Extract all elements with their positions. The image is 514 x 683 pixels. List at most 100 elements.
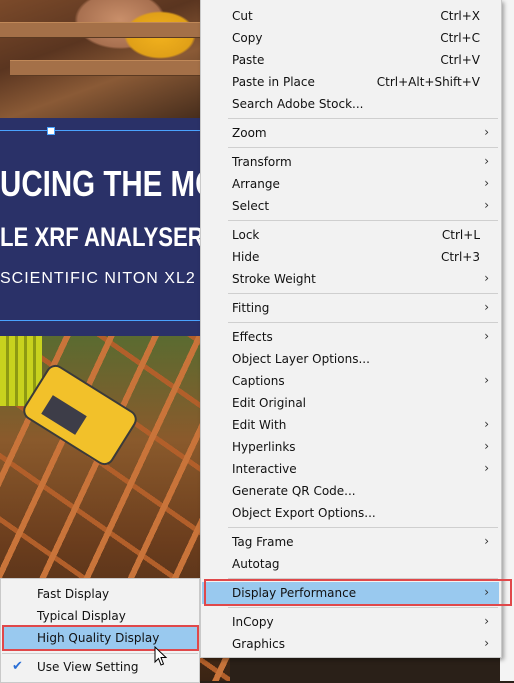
menu-item-paste[interactable]: Paste Ctrl+V <box>202 49 499 71</box>
menu-item-label: Search Adobe Stock... <box>232 97 364 111</box>
menu-item-label: Arrange <box>232 177 280 191</box>
menu-item-edit-original[interactable]: Edit Original <box>202 392 499 414</box>
menu-item-shortcut: Ctrl+3 <box>440 250 480 264</box>
wood-plank <box>0 22 200 38</box>
menu-separator <box>228 220 498 221</box>
menu-item-autotag[interactable]: Autotag <box>202 553 499 575</box>
menu-item-shortcut: Ctrl+V <box>440 53 480 67</box>
submenu-separator <box>2 653 198 654</box>
menu-separator <box>228 607 498 608</box>
menu-item-label: Edit Original <box>232 396 307 410</box>
menu-item-tag-frame[interactable]: Tag Frame › <box>202 531 499 553</box>
chevron-right-icon: › <box>484 198 489 212</box>
menu-item-lock[interactable]: Lock Ctrl+L <box>202 224 499 246</box>
menu-item-shortcut: Ctrl+C <box>440 31 480 45</box>
menu-item-label: Fitting <box>232 301 270 315</box>
top-photo <box>0 0 230 118</box>
menu-item-object-layer-options[interactable]: Object Layer Options... <box>202 348 499 370</box>
menu-separator <box>228 322 498 323</box>
menu-item-shortcut: Ctrl+X <box>440 9 480 23</box>
menu-item-cut[interactable]: Cut Ctrl+X <box>202 5 499 27</box>
menu-item-label: Object Export Options... <box>232 506 376 520</box>
menu-item-paste-in-place[interactable]: Paste in Place Ctrl+Alt+Shift+V <box>202 71 499 93</box>
menu-item-select[interactable]: Select › <box>202 195 499 217</box>
menu-item-shortcut: Ctrl+L <box>441 228 480 242</box>
submenu-item-use-view-setting[interactable]: ✔ Use View Setting <box>2 656 198 678</box>
menu-separator <box>228 293 498 294</box>
chevron-right-icon: › <box>484 461 489 475</box>
menu-item-search-adobe-stock[interactable]: Search Adobe Stock... <box>202 93 499 115</box>
menu-item-graphics[interactable]: Graphics › <box>202 633 499 655</box>
menu-item-label: Generate QR Code... <box>232 484 356 498</box>
chevron-right-icon: › <box>484 439 489 453</box>
menu-item-label: Effects <box>232 330 273 344</box>
menu-item-label: Captions <box>232 374 285 388</box>
menu-item-label: Hide <box>232 250 260 264</box>
menu-item-label: Hyperlinks <box>232 440 296 454</box>
menu-item-label: InCopy <box>232 615 274 629</box>
menu-item-arrange[interactable]: Arrange › <box>202 173 499 195</box>
context-menu: Cut Ctrl+X Copy Ctrl+C Paste Ctrl+V Past… <box>200 0 512 658</box>
chevron-right-icon: › <box>484 176 489 190</box>
menu-item-label: Copy <box>232 31 263 45</box>
menu-item-label: Display Performance <box>232 586 357 600</box>
menu-item-label: Zoom <box>232 126 267 140</box>
menu-item-zoom[interactable]: Zoom › <box>202 122 499 144</box>
selection-edge-bottom <box>0 320 230 321</box>
menu-item-label: Stroke Weight <box>232 272 316 286</box>
submenu-item-label: High Quality Display <box>37 631 160 645</box>
menu-item-label: Select <box>232 199 270 213</box>
menu-item-label: Paste <box>232 53 265 67</box>
menu-item-label: Graphics <box>232 637 285 651</box>
menu-item-generate-qr-code[interactable]: Generate QR Code... <box>202 480 499 502</box>
submenu-item-label: Use View Setting <box>37 660 139 674</box>
chevron-right-icon: › <box>484 373 489 387</box>
menu-item-object-export-options[interactable]: Object Export Options... <box>202 502 499 524</box>
menu-item-shortcut: Ctrl+Alt+Shift+V <box>376 75 480 89</box>
chevron-right-icon: › <box>484 534 489 548</box>
chevron-right-icon: › <box>484 417 489 431</box>
menu-item-hyperlinks[interactable]: Hyperlinks › <box>202 436 499 458</box>
selection-edge-top <box>0 130 230 131</box>
submenu-item-label: Fast Display <box>37 587 110 601</box>
menu-item-captions[interactable]: Captions › <box>202 370 499 392</box>
chevron-right-icon: › <box>484 329 489 343</box>
menu-item-label: Tag Frame <box>232 535 294 549</box>
menu-item-label: Lock <box>232 228 260 242</box>
submenu-item-high-quality-display[interactable]: High Quality Display <box>2 625 199 651</box>
wood-plank <box>10 60 200 76</box>
chevron-right-icon: › <box>484 585 489 599</box>
menu-item-interactive[interactable]: Interactive › <box>202 458 499 480</box>
menu-separator <box>228 147 498 148</box>
menu-item-label: Edit With <box>232 418 287 432</box>
chevron-right-icon: › <box>484 271 489 285</box>
submenu-item-fast-display[interactable]: Fast Display <box>2 583 198 605</box>
menu-separator <box>228 118 498 119</box>
menu-item-label: Transform <box>232 155 292 169</box>
menu-item-edit-with[interactable]: Edit With › <box>202 414 499 436</box>
menu-item-incopy[interactable]: InCopy › <box>202 611 499 633</box>
menu-item-effects[interactable]: Effects › <box>202 326 499 348</box>
menu-item-copy[interactable]: Copy Ctrl+C <box>202 27 499 49</box>
menu-item-label: Object Layer Options... <box>232 352 370 366</box>
menu-item-hide[interactable]: Hide Ctrl+3 <box>202 246 499 268</box>
menu-item-label: Autotag <box>232 557 280 571</box>
menu-item-fitting[interactable]: Fitting › <box>202 297 499 319</box>
menu-separator <box>228 527 498 528</box>
chevron-right-icon: › <box>484 636 489 650</box>
selection-handle[interactable] <box>47 127 55 135</box>
headline-line-3: SCIENTIFIC NITON XL2 100 <box>0 270 231 287</box>
chevron-right-icon: › <box>484 125 489 139</box>
menu-item-stroke-weight[interactable]: Stroke Weight › <box>202 268 499 290</box>
menu-item-transform[interactable]: Transform › <box>202 151 499 173</box>
menu-item-label: Paste in Place <box>232 75 315 89</box>
submenu-item-typical-display[interactable]: Typical Display <box>2 605 198 627</box>
chevron-right-icon: › <box>484 300 489 314</box>
chevron-right-icon: › <box>484 154 489 168</box>
display-performance-submenu: Fast Display Typical Display High Qualit… <box>0 578 200 683</box>
checkmark-icon: ✔ <box>12 659 23 674</box>
menu-item-display-performance[interactable]: Display Performance › <box>202 579 512 606</box>
mouse-pointer-icon <box>154 646 168 666</box>
submenu-item-label: Typical Display <box>37 609 126 623</box>
chevron-right-icon: › <box>484 614 489 628</box>
